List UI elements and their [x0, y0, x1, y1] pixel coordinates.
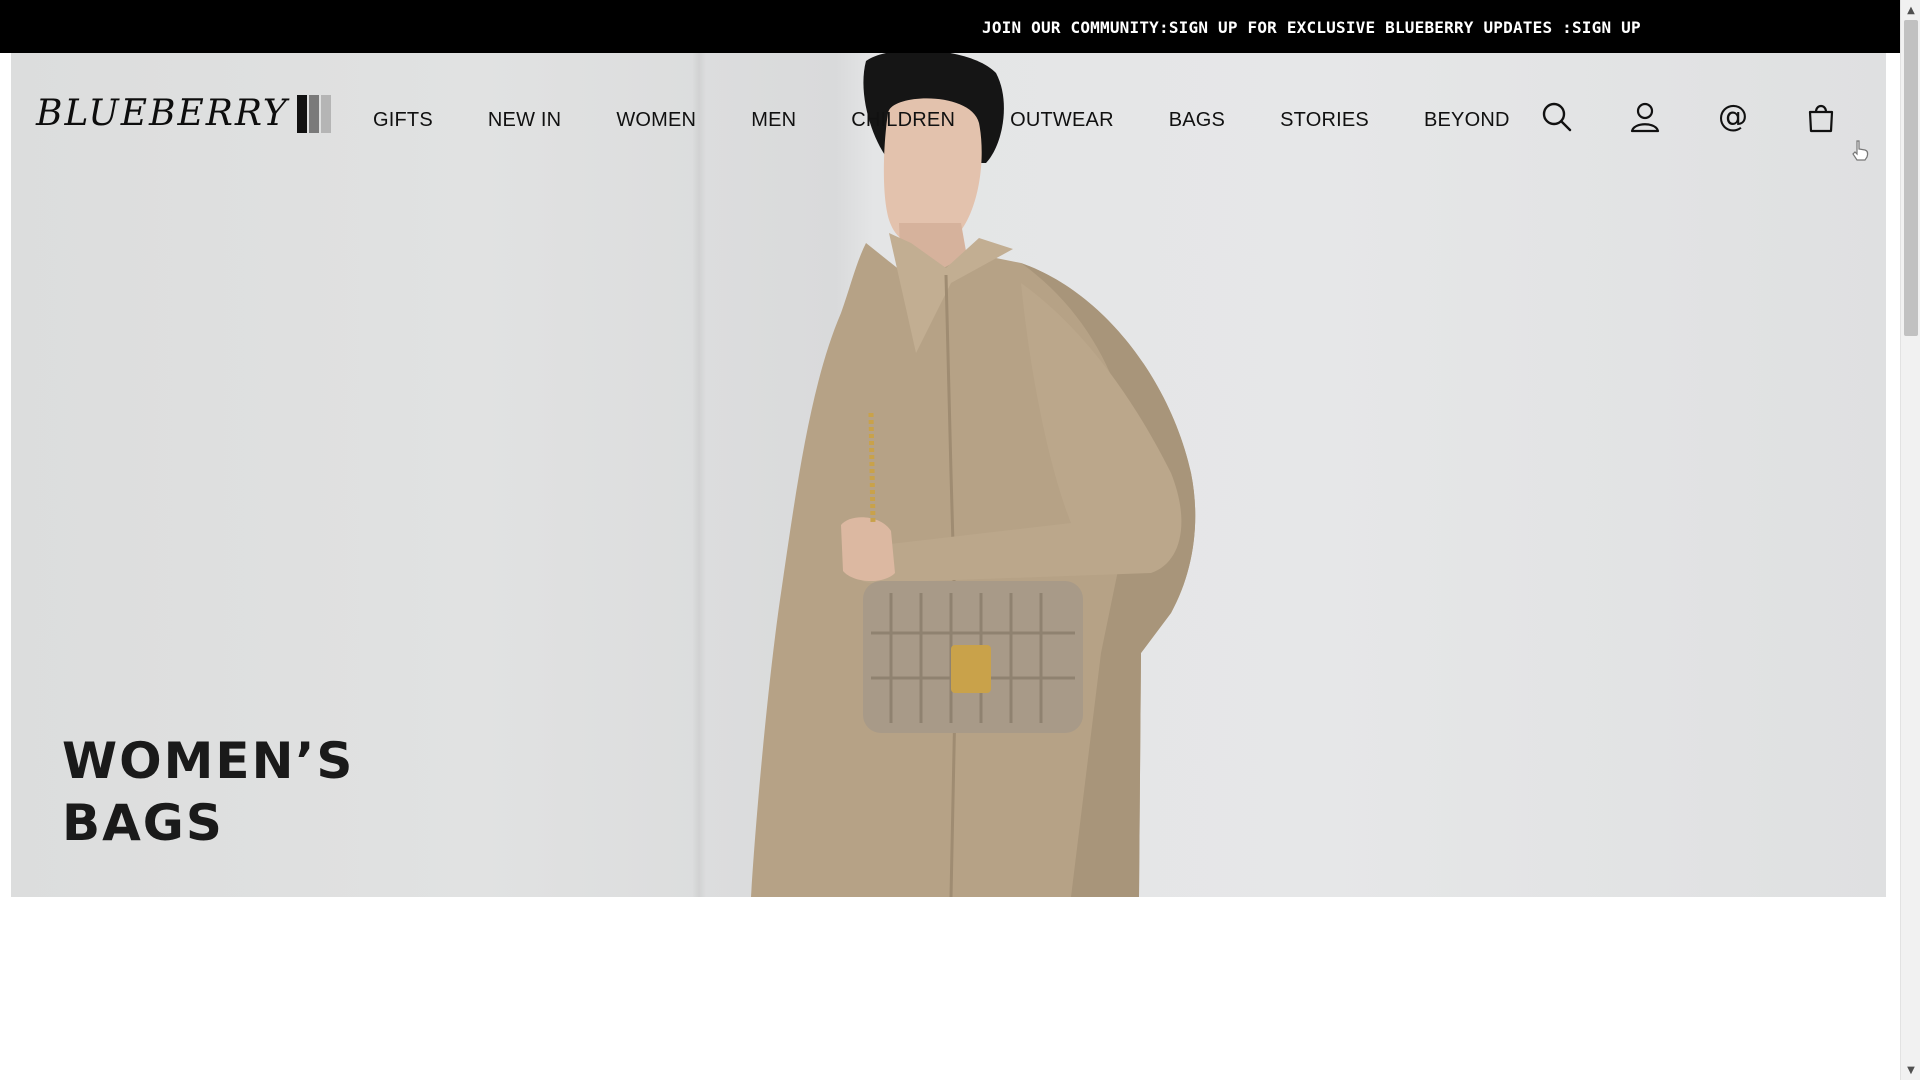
account-icon — [1630, 102, 1660, 133]
header-icons: @ — [1537, 97, 1889, 137]
nav-item-children[interactable]: CHILDREN — [851, 109, 955, 132]
main-nav: GIFTS NEW IN WOMEN MEN CHILDREN OUTWEAR … — [373, 109, 1565, 132]
nav-item-gifts[interactable]: GIFTS — [373, 109, 433, 132]
hero-title-line-1: WOMEN’S — [62, 732, 355, 790]
announcement-text[interactable]: JOIN OUR COMMUNITY:SIGN UP FOR EXCLUSIVE… — [982, 18, 1641, 37]
brand-logo[interactable]: BLUEBERRY — [36, 93, 333, 134]
contact-at-icon: @ — [1718, 99, 1748, 134]
contact-button[interactable]: @ — [1713, 97, 1753, 137]
site-header: BLUEBERRY GIFTS NEW IN WOMEN MEN CHILDRE… — [11, 53, 1886, 183]
nav-item-beyond[interactable]: BEYOND — [1424, 109, 1510, 132]
logo-wordmark: BLUEBERRY — [36, 93, 289, 134]
scroll-down-arrow-icon[interactable]: ▼ — [1901, 1060, 1920, 1080]
search-icon — [1542, 102, 1572, 132]
nav-item-new-in[interactable]: NEW IN — [488, 109, 561, 132]
scroll-up-arrow-icon[interactable]: ▲ — [1901, 0, 1920, 20]
scroll-thumb[interactable] — [1904, 20, 1918, 336]
nav-item-stories[interactable]: STORIES — [1280, 109, 1369, 132]
search-button[interactable] — [1537, 97, 1577, 137]
logo-bars-icon — [296, 94, 333, 133]
nav-item-women[interactable]: WOMEN — [616, 109, 696, 132]
shopping-bag-icon — [1808, 104, 1834, 133]
nav-item-outwear[interactable]: OUTWEAR — [1010, 109, 1114, 132]
hero-title-line-2: BAGS — [62, 794, 224, 852]
nav-item-bags[interactable]: BAGS — [1169, 109, 1225, 132]
announcement-bar[interactable]: JOIN OUR COMMUNITY:SIGN UP FOR EXCLUSIVE… — [0, 0, 1900, 53]
nav-item-men[interactable]: MEN — [751, 109, 796, 132]
hand-cursor-icon — [1852, 140, 1869, 161]
hero-title: WOMEN’S BAGS — [62, 730, 354, 854]
account-button[interactable] — [1625, 97, 1665, 137]
page-scrollbar[interactable]: ▲ ▼ — [1900, 0, 1920, 1080]
cart-button[interactable] — [1801, 97, 1841, 137]
